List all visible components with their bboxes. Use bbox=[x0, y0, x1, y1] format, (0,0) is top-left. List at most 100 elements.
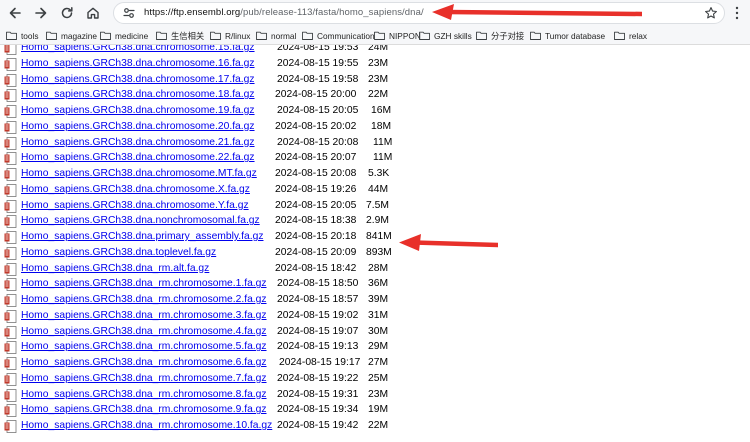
bookmark-label: normal bbox=[271, 30, 297, 41]
file-size: 22M bbox=[368, 89, 389, 101]
bookmark-item[interactable]: Communication bbox=[302, 29, 375, 42]
forward-button[interactable] bbox=[32, 4, 50, 22]
file-date: 2024-08-15 19:34 bbox=[277, 404, 359, 416]
bookmark-item[interactable]: relax bbox=[614, 29, 647, 42]
list-item: Homo_sapiens.GRCh38.dna_rm.chromosome.6.… bbox=[0, 356, 750, 372]
file-link[interactable]: Homo_sapiens.GRCh38.dna_rm.chromosome.5.… bbox=[21, 341, 267, 352]
url-text[interactable]: https://ftp.ensembl.org/pub/release-113/… bbox=[144, 7, 424, 18]
file-size: 11M bbox=[373, 136, 393, 148]
compressed-file-icon bbox=[4, 105, 17, 118]
folder-icon bbox=[100, 31, 111, 40]
folder-icon bbox=[302, 31, 313, 40]
file-link[interactable]: Homo_sapiens.GRCh38.dna.chromosome.16.fa… bbox=[21, 58, 255, 69]
list-item: Homo_sapiens.GRCh38.dna.chromosome.MT.fa… bbox=[0, 167, 750, 183]
file-link[interactable]: Homo_sapiens.GRCh38.dna_rm.chromosome.9.… bbox=[21, 404, 267, 415]
bookmark-label: relax bbox=[629, 30, 647, 41]
bookmark-item[interactable]: tools bbox=[6, 29, 39, 42]
file-link[interactable]: Homo_sapiens.GRCh38.dna.nonchromosomal.f… bbox=[21, 215, 260, 226]
compressed-file-icon bbox=[4, 136, 17, 150]
list-item: Homo_sapiens.GRCh38.dna_rm.chromosome.2.… bbox=[0, 293, 750, 309]
compressed-file-icon bbox=[4, 199, 17, 213]
file-size: 36M bbox=[368, 278, 389, 290]
bookmark-item[interactable]: GZH skills bbox=[419, 29, 472, 42]
compressed-file-icon bbox=[4, 152, 17, 166]
list-item: Homo_sapiens.GRCh38.dna.nonchromosomal.f… bbox=[0, 214, 750, 230]
file-link[interactable]: Homo_sapiens.GRCh38.dna_rm.chromosome.6.… bbox=[21, 357, 267, 368]
file-link[interactable]: Homo_sapiens.GRCh38.dna_rm.alt.fa.gz bbox=[21, 263, 209, 274]
file-date: 2024-08-15 20:00 bbox=[275, 89, 357, 101]
file-date: 2024-08-15 19:26 bbox=[275, 183, 357, 195]
file-date: 2024-08-15 19:31 bbox=[277, 388, 359, 400]
annotation-arrow-url bbox=[432, 4, 642, 20]
file-date: 2024-08-15 18:38 bbox=[275, 215, 357, 227]
file-size: 23M bbox=[368, 388, 389, 400]
bookmark-item[interactable]: R/linux bbox=[210, 29, 250, 42]
file-link[interactable]: Homo_sapiens.GRCh38.dna.chromosome.Y.fa.… bbox=[21, 200, 249, 211]
file-size: 11M bbox=[373, 152, 393, 164]
menu-dots-icon[interactable] bbox=[734, 6, 740, 20]
file-link[interactable]: Homo_sapiens.GRCh38.dna_rm.chromosome.3.… bbox=[21, 310, 267, 321]
file-size: 7.5M bbox=[366, 199, 389, 211]
list-item: Homo_sapiens.GRCh38.dna.chromosome.18.fa… bbox=[0, 88, 750, 104]
file-size: 24M bbox=[368, 45, 389, 53]
reload-button[interactable] bbox=[58, 4, 76, 22]
file-link[interactable]: Homo_sapiens.GRCh38.dna.toplevel.fa.gz bbox=[21, 247, 216, 258]
file-size: 31M bbox=[368, 309, 389, 321]
file-size: 30M bbox=[368, 325, 389, 337]
file-size: 39M bbox=[368, 294, 389, 305]
file-date: 2024-08-15 20:05 bbox=[277, 105, 359, 116]
file-link[interactable]: Homo_sapiens.GRCh38.dna_rm.chromosome.2.… bbox=[21, 294, 267, 305]
file-link[interactable]: Homo_sapiens.GRCh38.dna.primary_assembly… bbox=[21, 231, 263, 242]
list-item: Homo_sapiens.GRCh38.dna_rm.chromosome.1.… bbox=[0, 277, 750, 293]
file-size: 841M bbox=[366, 231, 392, 242]
compressed-file-icon bbox=[4, 341, 17, 355]
compressed-file-icon bbox=[4, 262, 17, 276]
file-size: 27M bbox=[368, 357, 389, 368]
file-link[interactable]: Homo_sapiens.GRCh38.dna.chromosome.21.fa… bbox=[21, 137, 255, 148]
list-item: Homo_sapiens.GRCh38.dna.primary_assembly… bbox=[0, 230, 750, 246]
list-item: Homo_sapiens.GRCh38.dna_rm.chromosome.4.… bbox=[0, 325, 750, 341]
file-size: 23M bbox=[368, 57, 389, 69]
file-link[interactable]: Homo_sapiens.GRCh38.dna.chromosome.20.fa… bbox=[21, 121, 255, 132]
file-link[interactable]: Homo_sapiens.GRCh38.dna.chromosome.19.fa… bbox=[21, 105, 255, 116]
forward-arrow-icon bbox=[35, 7, 47, 19]
file-size: 893M bbox=[366, 246, 392, 258]
compressed-file-icon bbox=[4, 278, 17, 292]
list-item: Homo_sapiens.GRCh38.dna.chromosome.X.fa.… bbox=[0, 183, 750, 199]
file-date: 2024-08-15 18:57 bbox=[277, 294, 359, 305]
file-link[interactable]: Homo_sapiens.GRCh38.dna_rm.chromosome.10… bbox=[21, 420, 272, 431]
file-date: 2024-08-15 20:09 bbox=[275, 246, 357, 258]
file-link[interactable]: Homo_sapiens.GRCh38.dna_rm.chromosome.7.… bbox=[21, 373, 267, 384]
bookmark-item[interactable]: medicine bbox=[100, 29, 148, 42]
site-info-icon[interactable] bbox=[122, 6, 136, 20]
list-item: Homo_sapiens.GRCh38.dna_rm.chromosome.5.… bbox=[0, 340, 750, 356]
compressed-file-icon bbox=[4, 420, 17, 433]
file-link[interactable]: Homo_sapiens.GRCh38.dna.chromosome.17.fa… bbox=[21, 74, 255, 85]
file-date: 2024-08-15 19:02 bbox=[277, 309, 359, 321]
file-link[interactable]: Homo_sapiens.GRCh38.dna.chromosome.18.fa… bbox=[21, 89, 255, 100]
compressed-file-icon bbox=[4, 372, 17, 386]
bookmark-item[interactable]: normal bbox=[256, 29, 296, 42]
bookmark-item[interactable]: NIPPON bbox=[374, 29, 421, 42]
back-button[interactable] bbox=[6, 4, 24, 22]
compressed-file-icon bbox=[4, 183, 17, 197]
file-link[interactable]: Homo_sapiens.GRCh38.dna_rm.chromosome.1.… bbox=[21, 278, 267, 289]
file-link[interactable]: Homo_sapiens.GRCh38.dna.chromosome.X.fa.… bbox=[21, 184, 250, 195]
file-link[interactable]: Homo_sapiens.GRCh38.dna_rm.chromosome.8.… bbox=[21, 389, 267, 400]
file-date: 2024-08-15 19:53 bbox=[277, 45, 359, 53]
file-link[interactable]: Homo_sapiens.GRCh38.dna_rm.chromosome.4.… bbox=[21, 326, 267, 337]
file-date: 2024-08-15 20:08 bbox=[275, 168, 357, 179]
bookmark-item[interactable]: 生信相关 bbox=[156, 29, 204, 42]
file-link[interactable]: Homo_sapiens.GRCh38.dna.chromosome.22.fa… bbox=[21, 152, 255, 163]
bookmark-item[interactable]: magazine bbox=[46, 29, 97, 42]
compressed-file-icon bbox=[4, 309, 17, 323]
folder-icon bbox=[210, 31, 221, 40]
file-link[interactable]: Homo_sapiens.GRCh38.dna.chromosome.MT.fa… bbox=[21, 168, 257, 179]
home-button[interactable] bbox=[84, 4, 102, 22]
file-link[interactable]: Homo_sapiens.GRCh38.dna.chromosome.15.fa… bbox=[21, 45, 255, 53]
star-icon[interactable] bbox=[704, 6, 718, 20]
bookmark-item[interactable]: 分子对接 bbox=[476, 29, 524, 42]
file-date: 2024-08-15 18:42 bbox=[275, 262, 357, 274]
bookmark-item[interactable]: Tumor database bbox=[530, 29, 605, 42]
list-item: Homo_sapiens.GRCh38.dna_rm.chromosome.9.… bbox=[0, 403, 750, 419]
